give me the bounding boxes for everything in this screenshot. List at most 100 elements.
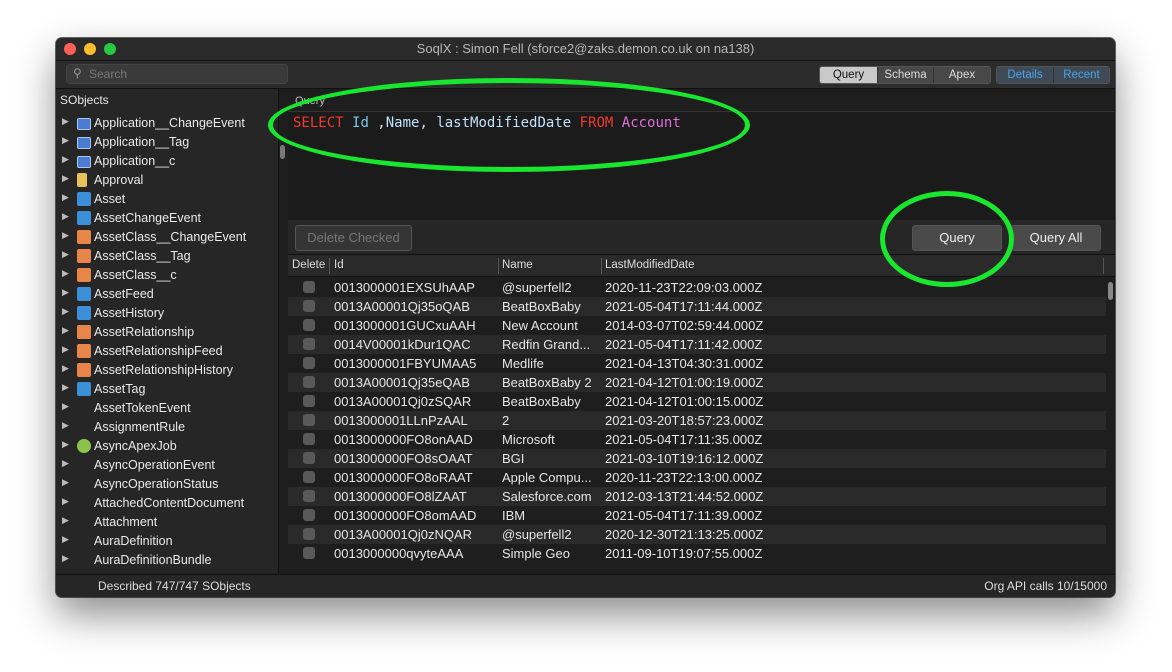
disclosure-triangle-icon[interactable]: ▶ [62,230,69,241]
disclosure-triangle-icon[interactable]: ▶ [62,439,69,450]
sobject-item[interactable]: ▶ Attachment [56,513,278,532]
tab-schema[interactable]: Schema [878,67,934,83]
sobject-label: AssetChangeEvent [94,211,202,225]
table-row[interactable]: 0013A00001Qj0zSQAR BeatBoxBaby 2021-04-12T… [288,392,1106,411]
query-all-button[interactable]: Query All [1011,225,1101,251]
table-row[interactable]: 0013000000FO8sOAAT BGI 2021-03-10T19:16:12… [288,449,1106,468]
disclosure-triangle-icon[interactable]: ▶ [62,534,69,545]
disclosure-triangle-icon[interactable]: ▶ [62,363,69,374]
table-row[interactable]: 0013000001LLnPzAAL 2 2021-03-20T18:57:23.0… [288,411,1106,430]
sobject-item[interactable]: ▶ AssetClass__c [56,266,278,285]
delete-checkbox[interactable] [303,395,315,407]
sobject-item[interactable]: ▶ AssetRelationship [56,323,278,342]
delete-checkbox[interactable] [303,433,315,445]
delete-checkbox[interactable] [303,281,315,293]
sobject-item[interactable]: ▶ Application__Tag [56,133,278,152]
delete-checkbox[interactable] [303,471,315,483]
sobject-item[interactable]: ▶ AssetChangeEvent [56,209,278,228]
sobject-item[interactable]: ▶ AttachedContentDocument [56,494,278,513]
disclosure-triangle-icon[interactable]: ▶ [62,268,69,279]
search-input[interactable]: ⚲ Search [66,64,288,84]
table-row[interactable]: 0013000001FBYUMAA5 Medlife 2021-04-13T04:3… [288,354,1106,373]
sobject-label: AssetHistory [94,306,165,320]
delete-checkbox[interactable] [303,300,315,312]
sobject-item[interactable]: ▶ Application__ChangeEvent [56,114,278,133]
column-header-delete[interactable]: Delete [292,259,325,271]
table-row[interactable]: 0013000000FO8lZAAT Salesforce.com 2012-03-… [288,487,1106,506]
disclosure-triangle-icon[interactable]: ▶ [62,344,69,355]
delete-checkbox[interactable] [303,414,315,426]
disclosure-triangle-icon[interactable]: ▶ [62,249,69,260]
disclosure-triangle-icon[interactable]: ▶ [62,401,69,412]
sobject-item[interactable]: ▶ AssetTag [56,380,278,399]
disclosure-triangle-icon[interactable]: ▶ [62,306,69,317]
disclosure-triangle-icon[interactable]: ▶ [62,154,69,165]
delete-checked-button[interactable]: Delete Checked [295,225,412,251]
column-header-id[interactable]: Id [334,259,344,271]
sobject-item[interactable]: ▶ AssetRelationshipHistory [56,361,278,380]
sobject-item[interactable]: ▶ AssetHistory [56,304,278,323]
delete-checkbox[interactable] [303,357,315,369]
sobject-item[interactable]: ▶ AuraDefinitionBundle [56,551,278,570]
delete-checkbox[interactable] [303,319,315,331]
disclosure-triangle-icon[interactable]: ▶ [62,420,69,431]
sobject-item[interactable]: ▶ Asset [56,190,278,209]
disclosure-triangle-icon[interactable]: ▶ [62,116,69,127]
sobject-item[interactable]: ▶ AssetRelationshipFeed [56,342,278,361]
sobject-item[interactable]: ▶ Approval [56,171,278,190]
disclosure-triangle-icon[interactable]: ▶ [62,192,69,203]
tab-details[interactable]: Details [997,67,1054,83]
disclosure-triangle-icon[interactable]: ▶ [62,458,69,469]
cell-lastmodifieddate: 2021-04-12T01:00:19.000Z [605,375,764,390]
disclosure-triangle-icon[interactable]: ▶ [62,135,69,146]
disclosure-triangle-icon[interactable]: ▶ [62,325,69,336]
sobject-item[interactable]: ▶ AssetTokenEvent [56,399,278,418]
sobject-item[interactable]: ▶ AssetClass__Tag [56,247,278,266]
table-row[interactable]: 0013A00001Qj0zNQAR @superfell2 2020-12-30T… [288,525,1106,544]
disclosure-triangle-icon[interactable]: ▶ [62,173,69,184]
sobject-item[interactable]: ▶ AssetFeed [56,285,278,304]
delete-checkbox[interactable] [303,338,315,350]
disclosure-triangle-icon[interactable]: ▶ [62,382,69,393]
column-header-name[interactable]: Name [502,259,533,271]
delete-checkbox[interactable] [303,490,315,502]
column-header-lastmodifieddate[interactable]: LastModifiedDate [605,259,695,271]
sobject-item[interactable]: ▶ AssetClass__ChangeEvent [56,228,278,247]
table-row[interactable]: 0013000000FO8onAAD Microsoft 2021-05-04T17… [288,430,1106,449]
monitor-icon [77,137,91,149]
delete-checkbox[interactable] [303,509,315,521]
delete-checkbox[interactable] [303,376,315,388]
cell-name: Simple Geo [502,546,570,561]
table-row[interactable]: 0013000000qvyteAAA Simple Geo 2011-09-10T1… [288,544,1106,563]
sobject-item[interactable]: ▶ AsyncOperationStatus [56,475,278,494]
sidebar-scrollbar[interactable] [280,145,285,159]
table-row[interactable]: 0013A00001Qj35oQAB BeatBoxBaby 2021-05-04T… [288,297,1106,316]
disclosure-triangle-icon[interactable]: ▶ [62,287,69,298]
sobject-item[interactable]: ▶ AsyncOperationEvent [56,456,278,475]
tab-apex[interactable]: Apex [934,67,990,83]
delete-checkbox[interactable] [303,452,315,464]
table-row[interactable]: 0013000001GUCxuAAH New Account 2014-03-07T… [288,316,1106,335]
sobject-item[interactable]: ▶ AsyncApexJob [56,437,278,456]
table-row[interactable]: 0013000001EXSUhAAP @superfell2 2020-11-23T… [288,278,1106,297]
disclosure-triangle-icon[interactable]: ▶ [62,553,69,564]
disclosure-triangle-icon[interactable]: ▶ [62,515,69,526]
table-row[interactable]: 0013000000FO8omAAD IBM 2021-05-04T17:11:39… [288,506,1106,525]
sobject-item[interactable]: ▶ AssignmentRule [56,418,278,437]
table-row[interactable]: 0014V00001kDur1QAC Redfin Grand... 2021-05… [288,335,1106,354]
tab-recent[interactable]: Recent [1054,67,1109,83]
disclosure-triangle-icon[interactable]: ▶ [62,477,69,488]
sobject-item[interactable]: ▶ AuraDefinition [56,532,278,551]
results-scrollbar[interactable] [1108,282,1113,300]
table-row[interactable]: 0013000000FO8oRAAT Apple Compu... 2020-11-… [288,468,1106,487]
table-row[interactable]: 0013A00001Qj35eQAB BeatBoxBaby 2 2021-04-1… [288,373,1106,392]
disclosure-triangle-icon[interactable]: ▶ [62,496,69,507]
sobject-item[interactable]: ▶ Application__c [56,152,278,171]
disclosure-triangle-icon[interactable]: ▶ [62,211,69,222]
tab-query[interactable]: Query [820,67,878,83]
delete-checkbox[interactable] [303,547,315,559]
cell-name: Salesforce.com [502,489,592,504]
multicolor-icon [77,439,91,453]
delete-checkbox[interactable] [303,528,315,540]
book-icon [77,173,87,187]
